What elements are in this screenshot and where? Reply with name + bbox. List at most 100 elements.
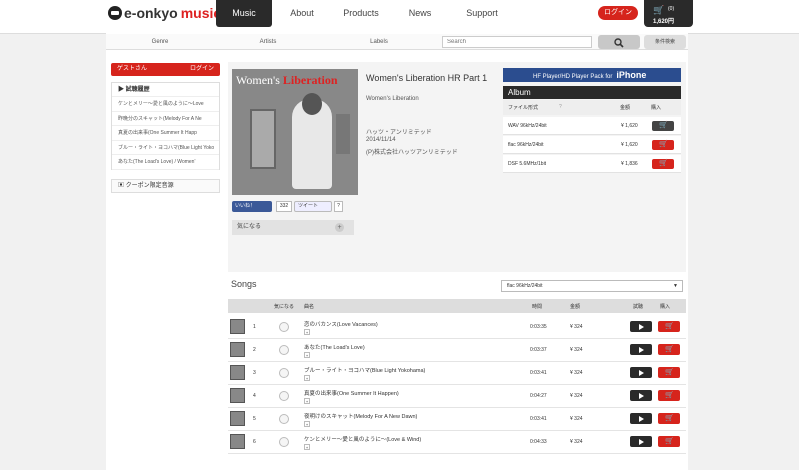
- song-title[interactable]: 夜明けのスキャット(Melody For A New Dawn): [304, 412, 417, 420]
- album-label[interactable]: ハッツ・アンリミテッド: [366, 127, 432, 136]
- site-logo[interactable]: e-onkyo music: [108, 5, 221, 21]
- cart-amount: 1,620円: [653, 19, 675, 25]
- song-row: 3 ブルー・ライト・ヨコハマ(Blue Light Yokohama) + 0:…: [228, 362, 686, 385]
- search-input[interactable]: [442, 36, 592, 48]
- favorite-toggle[interactable]: [279, 437, 289, 447]
- add-to-cart-button[interactable]: [658, 390, 680, 401]
- history-item[interactable]: 昨晩分のスキャット(Melody For A Ne: [112, 112, 219, 126]
- song-row: 1 恋のバカンス(Love Vacances) + 0:03:35 ¥ 324: [228, 316, 686, 339]
- format-row: DSF 5.6MHz/1bit ¥ 1,836: [503, 155, 681, 173]
- song-thumbnail: [230, 365, 245, 380]
- search-icon: [614, 38, 624, 48]
- add-to-cart-button[interactable]: [652, 140, 674, 150]
- preview-play-button[interactable]: [630, 367, 652, 378]
- advanced-search-button[interactable]: 条件検索: [644, 35, 686, 49]
- favorite-toggle[interactable]: [279, 345, 289, 355]
- history-item[interactable]: あなた(The Load's Love) / Women': [112, 155, 219, 170]
- album-company: (P)株式会社ハッツアンリミテッド: [366, 150, 458, 156]
- nav-news[interactable]: News: [390, 0, 450, 27]
- tab-genre[interactable]: Genre: [106, 34, 214, 50]
- album-artist[interactable]: Women's Liberation: [366, 96, 419, 102]
- add-to-cart-button[interactable]: [652, 159, 674, 169]
- add-to-cart-button[interactable]: [658, 413, 680, 424]
- favorite-button[interactable]: 気になる +: [232, 220, 354, 235]
- add-to-cart-button[interactable]: [658, 367, 680, 378]
- cart-icon: 🛒: [653, 5, 665, 15]
- like-count: 332: [276, 201, 292, 212]
- plus-icon[interactable]: +: [304, 421, 310, 427]
- songs-title: Songs: [231, 279, 257, 289]
- song-thumbnail: [230, 342, 245, 357]
- add-to-cart-button[interactable]: [658, 321, 680, 332]
- add-to-cart-button[interactable]: [652, 121, 674, 131]
- release-date: 2014/11/14: [366, 137, 396, 143]
- song-row: 6 ケンとメリー〜愛と風のように〜(Love & Wind) + 0:04:33…: [228, 431, 686, 454]
- album-title: Women's Liberation HR Part 1: [366, 73, 488, 83]
- nav-about[interactable]: About: [272, 0, 332, 27]
- format-select[interactable]: flac 96kHz/24bit ▼: [501, 280, 683, 292]
- user-panel: ゲストさん ログイン: [111, 63, 220, 76]
- plus-icon[interactable]: +: [304, 352, 310, 358]
- main-nav: Music About Products News Support: [216, 0, 514, 27]
- tab-artists[interactable]: Artists: [214, 34, 322, 50]
- song-thumbnail: [230, 434, 245, 449]
- tweet-button[interactable]: ツイート: [294, 201, 332, 212]
- song-title[interactable]: 真夏の出来事(One Summer It Happen): [304, 389, 399, 397]
- add-to-cart-button[interactable]: [658, 436, 680, 447]
- site-header: e-onkyo music Music About Products News …: [0, 0, 799, 34]
- sidebar-login-link[interactable]: ログイン: [190, 63, 214, 76]
- song-title[interactable]: ケンとメリー〜愛と風のように〜(Love & Wind): [304, 435, 421, 443]
- history-item[interactable]: 真夏の出来事(One Summer It Happ: [112, 126, 219, 141]
- search-button[interactable]: [598, 35, 640, 49]
- history-item[interactable]: ブルー・ライト・ヨコハマ(Blue Light Yoko: [112, 141, 219, 155]
- listening-history: ▶ 試聴履歴 ケンとメリー〜愛と風のように〜Love 昨晩分のスキャット(Mel…: [111, 82, 220, 170]
- cart-count: (0): [668, 6, 675, 12]
- favorite-toggle[interactable]: [279, 322, 289, 332]
- nav-music[interactable]: Music: [216, 0, 272, 27]
- plus-icon[interactable]: +: [304, 398, 310, 404]
- format-table-header: ファイル形式 ? 金額 購入: [503, 100, 681, 115]
- format-row: flac 96kHz/24bit ¥ 1,620: [503, 136, 681, 154]
- song-table-header: 気になる 曲名 時間 金額 試聴 購入: [228, 299, 686, 313]
- help-icon[interactable]: ?: [334, 201, 343, 212]
- nav-products[interactable]: Products: [332, 0, 390, 27]
- logo-prefix: e-onkyo: [124, 5, 178, 21]
- album-purchase-title: Album: [503, 86, 681, 99]
- plus-icon[interactable]: +: [304, 375, 310, 381]
- favorite-toggle[interactable]: [279, 414, 289, 424]
- format-row: WAV 96kHz/24bit ¥ 1,620: [503, 117, 681, 135]
- facebook-like-button[interactable]: いいね！: [232, 201, 272, 212]
- tab-labels[interactable]: Labels: [322, 34, 436, 50]
- help-icon[interactable]: ?: [559, 104, 562, 110]
- preview-play-button[interactable]: [630, 344, 652, 355]
- plus-icon[interactable]: +: [304, 329, 310, 335]
- hf-player-banner[interactable]: HF Player/HD Player Pack for iPhone: [503, 68, 681, 82]
- song-title[interactable]: 恋のバカンス(Love Vacances): [304, 320, 378, 328]
- cover-title: Women's Liberation: [236, 73, 338, 87]
- preview-play-button[interactable]: [630, 321, 652, 332]
- history-item[interactable]: ケンとメリー〜愛と風のように〜Love: [112, 97, 219, 112]
- add-to-cart-button[interactable]: [658, 344, 680, 355]
- preview-play-button[interactable]: [630, 436, 652, 447]
- favorite-toggle[interactable]: [279, 391, 289, 401]
- album-cover[interactable]: Women's Liberation: [232, 69, 358, 195]
- favorite-toggle[interactable]: [279, 368, 289, 378]
- user-name: ゲストさん: [117, 66, 148, 72]
- coupon-link[interactable]: ▣ クーポン限定音源: [111, 179, 220, 193]
- history-title: ▶ 試聴履歴: [112, 83, 219, 97]
- coupon-icon: ▣: [118, 183, 126, 189]
- song-row: 4 真夏の出来事(One Summer It Happen) + 0:04:27…: [228, 385, 686, 408]
- preview-play-button[interactable]: [630, 390, 652, 401]
- logo-icon: [108, 6, 122, 20]
- song-title[interactable]: あなた(The Load's Love): [304, 343, 365, 351]
- song-row: 2 あなた(The Load's Love) + 0:03:37 ¥ 324: [228, 339, 686, 362]
- cart-button[interactable]: 🛒 (0) 1,620円: [644, 0, 693, 27]
- plus-icon[interactable]: +: [304, 444, 310, 450]
- song-row: 5 夜明けのスキャット(Melody For A New Dawn) + 0:0…: [228, 408, 686, 431]
- song-thumbnail: [230, 319, 245, 334]
- song-title[interactable]: ブルー・ライト・ヨコハマ(Blue Light Yokohama): [304, 366, 425, 374]
- preview-play-button[interactable]: [630, 413, 652, 424]
- login-button[interactable]: ログイン: [598, 6, 638, 20]
- nav-support[interactable]: Support: [450, 0, 514, 27]
- song-thumbnail: [230, 388, 245, 403]
